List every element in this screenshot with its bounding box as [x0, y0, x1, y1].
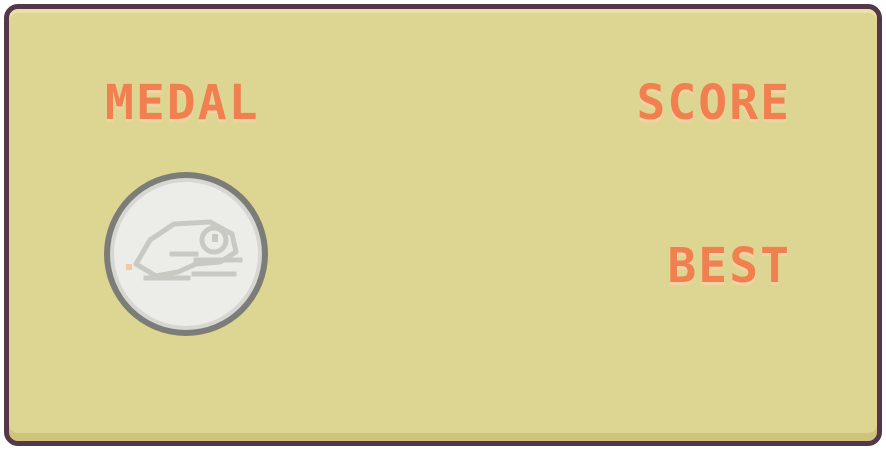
score-label: SCORE: [636, 75, 791, 131]
medal-label: MEDAL: [105, 75, 260, 131]
best-label: BEST: [667, 238, 791, 294]
medal-slot: [100, 168, 272, 340]
bird-medal-icon: [104, 172, 268, 336]
